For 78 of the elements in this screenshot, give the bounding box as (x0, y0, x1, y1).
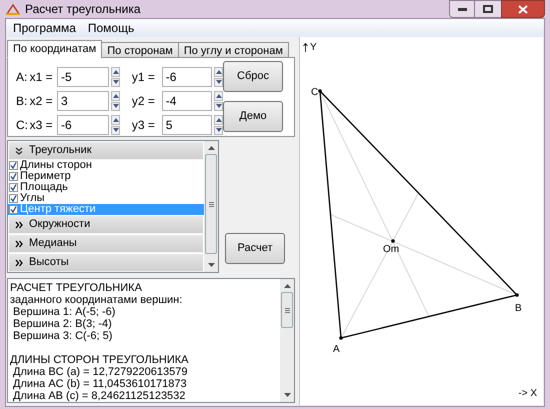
expand-chevron-icon (15, 220, 23, 228)
vertex-point (515, 293, 519, 297)
collapse-chevron-icon (15, 146, 23, 154)
vertex-label: C (311, 88, 318, 98)
tab[interactable]: По углу и сторонам (178, 42, 289, 58)
spinner[interactable] (214, 115, 223, 135)
menu-item[interactable]: Помощь (82, 19, 140, 37)
x-axis-label: -> X (518, 387, 537, 401)
field-label: x3 = (30, 117, 54, 134)
y-input-field[interactable]: -4 (162, 91, 212, 111)
spinner[interactable] (214, 91, 223, 111)
checkbox[interactable] (9, 172, 18, 181)
menu-item[interactable]: Программа (8, 19, 81, 37)
list-item[interactable]: Периметр (8, 171, 204, 182)
x-input-field[interactable]: -5 (56, 67, 110, 87)
section-header[interactable]: Высоты (9, 254, 203, 272)
up-arrow-icon (303, 43, 308, 52)
maximize-icon (483, 5, 493, 13)
centroid-point (391, 239, 395, 243)
close-button[interactable] (501, 0, 545, 18)
section-header[interactable]: Окружности (9, 216, 203, 234)
section-title: Окружности (29, 217, 90, 232)
calculate-button[interactable]: Расчет (225, 233, 285, 264)
list-item[interactable]: Площадь (8, 182, 204, 193)
close-icon (518, 4, 528, 14)
maximize-button[interactable] (475, 0, 501, 18)
section-title: Высоты (29, 255, 69, 270)
field-label: x1 = (30, 69, 54, 86)
scroll-up-icon[interactable] (208, 146, 214, 150)
y-input-field[interactable]: 5 (162, 115, 212, 135)
checkbox[interactable] (9, 161, 18, 170)
field-label: x2 = (30, 93, 54, 110)
triangle-app-icon (6, 3, 20, 15)
list-item[interactable]: Длины сторон (8, 160, 204, 171)
checkbox[interactable] (9, 205, 18, 214)
scroll-down-icon[interactable] (284, 393, 290, 397)
section-title: Медианы (29, 236, 77, 252)
y-axis-label: Y (310, 41, 317, 55)
checkbox[interactable] (9, 194, 18, 203)
button[interactable]: Сброс (223, 61, 283, 92)
vertex-point (318, 89, 322, 93)
scroll-thumb[interactable] (281, 292, 293, 328)
scrollbar[interactable] (280, 279, 294, 402)
button[interactable]: Демо (223, 101, 283, 132)
vertex-label: A (333, 345, 340, 355)
output-text: РАСЧЕТ ТРЕУГОЛЬНИКА заданного координатами вершин: Вершина 1: A(-5; -6) Вершина 2: B(3; -4) Вершина 3: C(-6; 5) ДЛИНЫ СТОРОН ТРЕУГОЛЬНИКА Длина BC (a) = 12,7279220613579 Длина AC (b) = 11,0453610171873 Длина AB (c) = 8,24621125123532 (9, 281, 190, 402)
field-label: y1 = (132, 69, 156, 86)
point-label: A: (16, 69, 28, 86)
list-item[interactable]: Углы (8, 193, 204, 204)
section-header[interactable]: Треугольник (9, 142, 203, 160)
spinner[interactable] (111, 115, 120, 135)
spinner[interactable] (214, 67, 223, 87)
vertex-point (339, 336, 343, 340)
vertex-label: B (515, 304, 522, 314)
tab[interactable]: По сторонам (101, 42, 179, 58)
scroll-up-icon[interactable] (284, 284, 290, 288)
field-label: y3 = (132, 117, 156, 134)
scroll-thumb[interactable] (205, 154, 217, 254)
centroid-label: Om (383, 245, 400, 255)
expand-chevron-icon (15, 240, 23, 248)
point-label: C: (16, 117, 29, 134)
scrollbar[interactable] (204, 141, 218, 272)
spinner[interactable] (111, 91, 120, 111)
point-label: B: (16, 93, 28, 110)
x-input-field[interactable]: 3 (56, 91, 110, 111)
section-title: Треугольник (29, 143, 92, 158)
y-input-field[interactable]: -6 (162, 67, 212, 87)
spinner[interactable] (111, 67, 120, 87)
section-header[interactable]: Медианы (9, 235, 203, 253)
field-label: y2 = (132, 93, 156, 110)
expand-chevron-icon (15, 258, 23, 266)
minimize-button[interactable] (449, 0, 475, 18)
x-input-field[interactable]: -6 (56, 115, 110, 135)
scroll-down-icon[interactable] (208, 263, 214, 267)
minimize-icon (458, 8, 466, 10)
checkbox[interactable] (9, 183, 18, 192)
tab[interactable]: По координатам (7, 40, 102, 58)
window-title: Расчет треугольника (25, 1, 141, 18)
